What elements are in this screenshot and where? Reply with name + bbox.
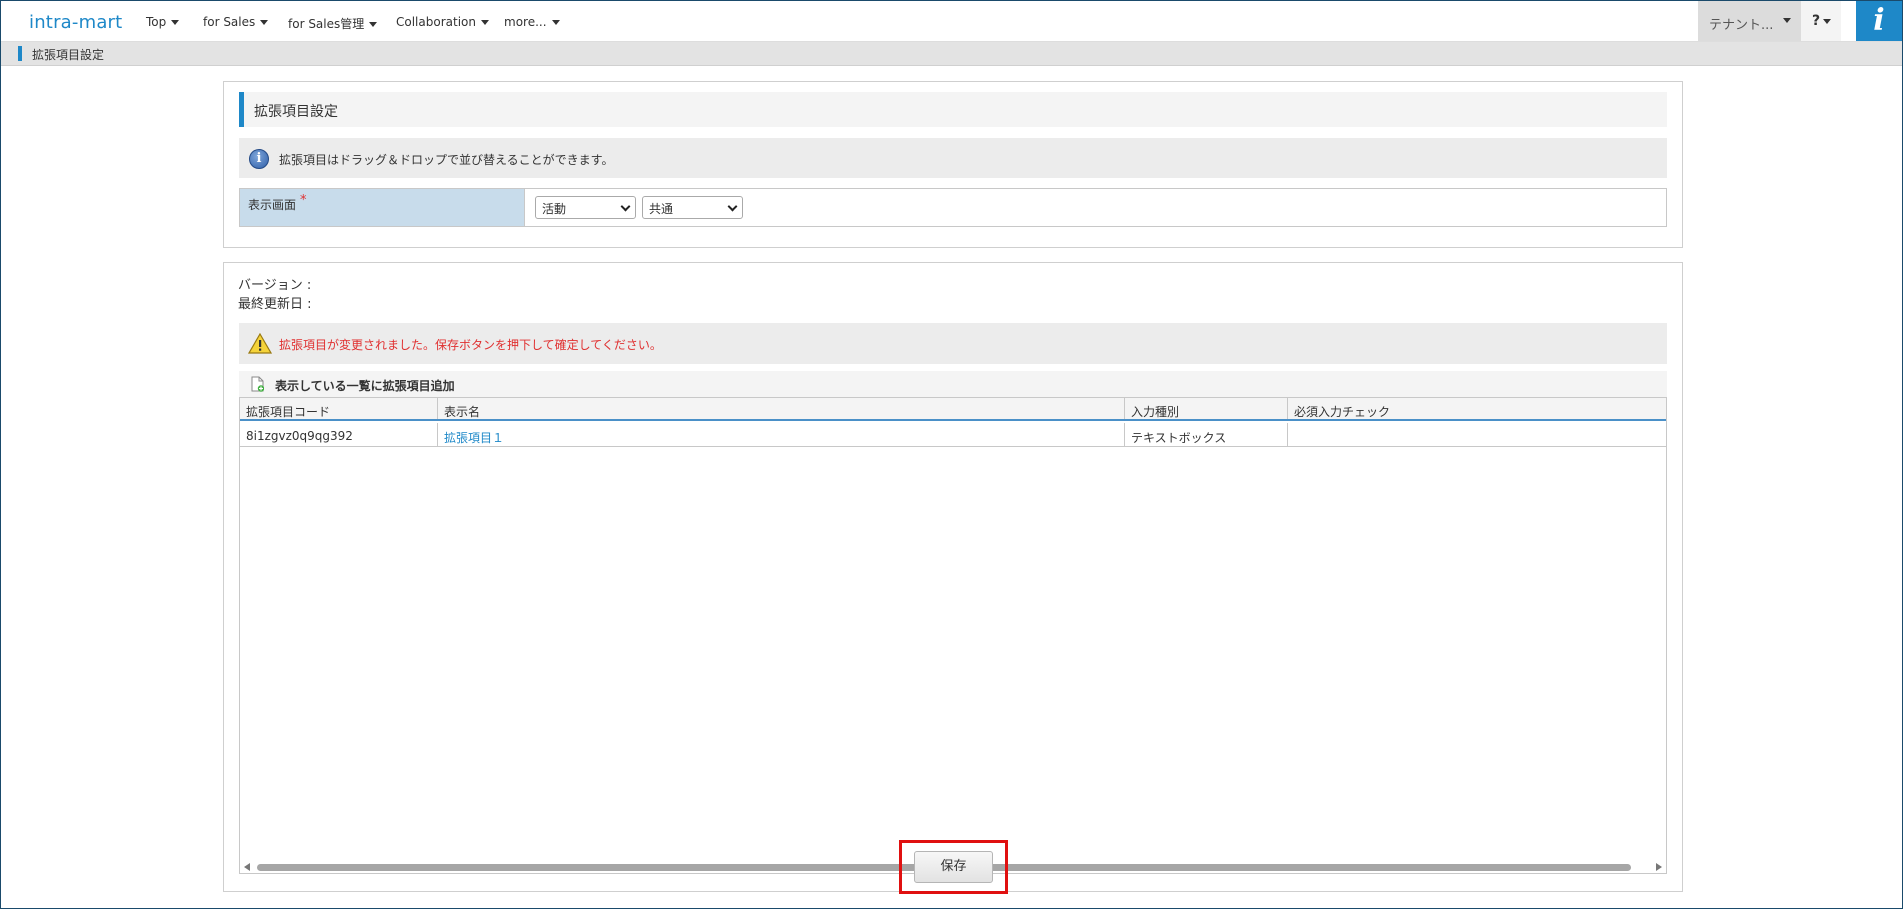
screen-scope-select[interactable]: 共通 — [642, 196, 743, 219]
display-name-link[interactable]: 拡張項目１ — [444, 431, 504, 445]
screen-type-select-value: 活動 — [542, 202, 567, 216]
section-heading-text: 拡張項目設定 — [254, 104, 338, 120]
nav-menu-for-sales-admin[interactable]: for Sales管理 — [288, 15, 378, 32]
nav-menu-label: Collaboration — [396, 15, 476, 29]
tenant-label: テナント... — [1709, 18, 1774, 33]
caret-down-icon — [1823, 18, 1832, 24]
add-extension-item-label: 表示している一覧に拡張項目追加 — [275, 379, 455, 393]
column-header-required-check[interactable]: 必須入力チェック — [1288, 398, 1666, 419]
display-screen-row: 表示画面 * 活動 共通 — [239, 188, 1667, 227]
column-header-input-type[interactable]: 入力種別 — [1125, 398, 1288, 419]
breadcrumb: 拡張項目設定 — [1, 42, 1902, 66]
warning-message-text: 拡張項目が変更されました。保存ボタンを押下して確定してください。 — [279, 338, 662, 352]
nav-menu-label: for Sales管理 — [288, 17, 365, 31]
info-message-text: 拡張項目はドラッグ＆ドロップで並び替えることができます。 — [279, 153, 614, 167]
nav-menu-collaboration[interactable]: Collaboration — [396, 15, 489, 29]
info-message: i 拡張項目はドラッグ＆ドロップで並び替えることができます。 — [239, 138, 1667, 178]
tenant-menu[interactable]: テナント... — [1698, 1, 1801, 41]
table-row[interactable]: 8i1zgvz0q9qg392 拡張項目１ テキストボックス — [240, 423, 1666, 447]
nav-menu-label: more... — [504, 15, 547, 29]
help-icon: ? — [1812, 13, 1821, 29]
nav-menu-label: for Sales — [203, 15, 256, 29]
cell-code: 8i1zgvz0q9qg392 — [240, 423, 438, 446]
chevron-down-icon — [620, 201, 631, 212]
settings-panel: 拡張項目設定 i 拡張項目はドラッグ＆ドロップで並び替えることができます。 表示… — [223, 81, 1683, 248]
items-panel: バージョン : 最終更新日 : 拡張項目が変更されました。保存ボタンを押下して確… — [223, 262, 1683, 892]
caret-down-icon — [260, 20, 269, 25]
caret-down-icon — [1783, 18, 1791, 23]
breadcrumb-marker — [18, 46, 22, 61]
nav-menu-label: Top — [146, 15, 167, 29]
required-mark: * — [300, 193, 307, 208]
extension-items-table: 拡張項目コード 表示名 入力種別 必須入力チェック 8i1zgvz0q9qg39… — [239, 397, 1667, 874]
chevron-down-icon — [727, 201, 738, 212]
warning-message: 拡張項目が変更されました。保存ボタンを押下して確定してください。 — [239, 323, 1667, 364]
add-document-icon — [251, 376, 264, 392]
caret-down-icon — [551, 20, 560, 25]
cell-input-type: テキストボックス — [1125, 423, 1288, 446]
add-extension-item-link[interactable]: 表示している一覧に拡張項目追加 — [239, 371, 1667, 397]
screen-type-select[interactable]: 活動 — [535, 196, 636, 219]
info-app-button[interactable]: i — [1856, 1, 1902, 41]
page-title: 拡張項目設定 — [32, 48, 105, 62]
display-screen-label: 表示画面 — [248, 198, 297, 212]
column-header-code[interactable]: 拡張項目コード — [240, 398, 438, 419]
top-navigation-bar: intra-mart Top for Sales for Sales管理 Col… — [1, 1, 1902, 42]
version-label: バージョン : — [238, 278, 312, 293]
screen-scope-select-value: 共通 — [649, 202, 674, 216]
info-icon: i — [249, 149, 269, 169]
save-button[interactable]: 保存 — [914, 851, 993, 883]
caret-down-icon — [171, 20, 180, 25]
cell-required-check — [1288, 423, 1666, 446]
section-heading: 拡張項目設定 — [239, 92, 1667, 127]
caret-down-icon — [480, 20, 489, 25]
nav-menu-more[interactable]: more... — [504, 15, 560, 29]
caret-down-icon — [369, 22, 378, 27]
scroll-right-icon[interactable] — [1656, 863, 1662, 871]
column-header-display-name[interactable]: 表示名 — [438, 398, 1125, 419]
table-header: 拡張項目コード 表示名 入力種別 必須入力チェック — [240, 398, 1666, 421]
cell-display-name: 拡張項目１ — [438, 423, 1125, 446]
intra-mart-logo[interactable]: intra-mart — [29, 12, 122, 33]
scroll-left-icon[interactable] — [244, 863, 250, 871]
info-i-icon: i — [1873, 3, 1885, 38]
display-screen-label-cell: 表示画面 * — [240, 189, 525, 226]
last-updated-label: 最終更新日 : — [238, 297, 312, 312]
nav-menu-top[interactable]: Top — [146, 15, 180, 29]
help-menu[interactable]: ? — [1801, 1, 1841, 41]
warning-icon — [248, 333, 272, 354]
nav-menu-for-sales[interactable]: for Sales — [203, 15, 269, 29]
